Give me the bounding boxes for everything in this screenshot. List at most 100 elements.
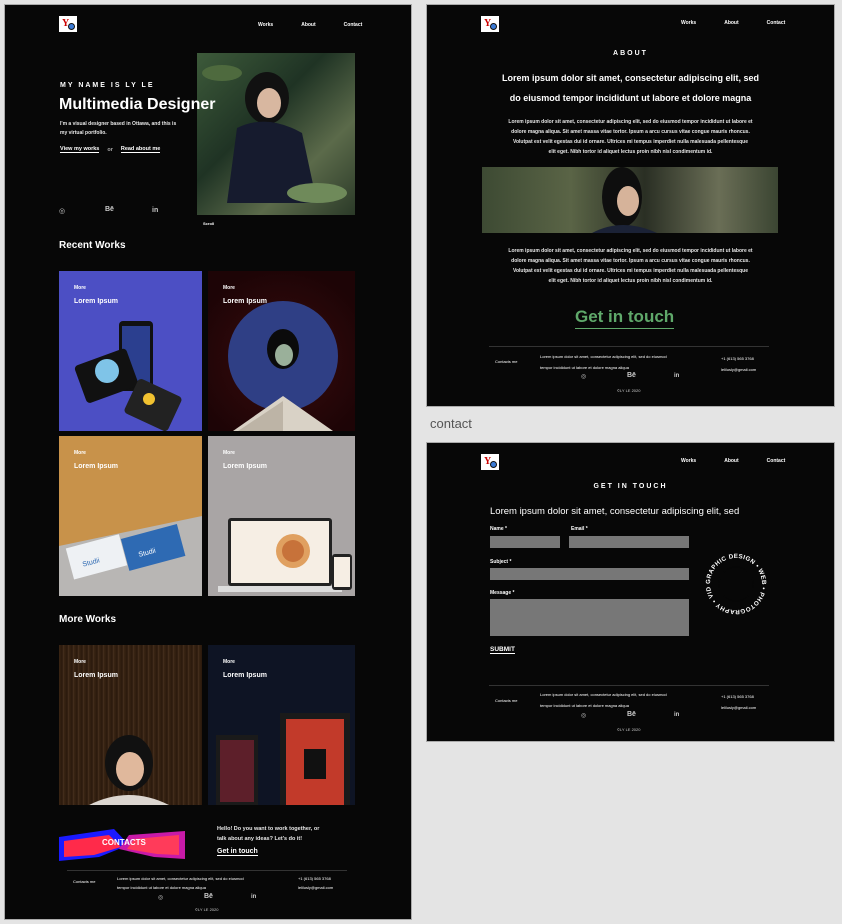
linkedin-icon[interactable]: in — [674, 373, 679, 379]
nav-about[interactable]: About — [724, 458, 738, 464]
or-text: or — [107, 146, 113, 153]
rotating-badge-text: GRAPHIC DESIGN • WEB • PHOTOGRAPHY • VID… — [699, 547, 767, 615]
nav-about[interactable]: About — [724, 20, 738, 26]
contact-eyebrow: GET IN TOUCH — [593, 483, 668, 490]
about-p1-line1: Lorem ipsum dolor sit amet, consectetur … — [508, 119, 753, 125]
name-label: Name * — [490, 526, 507, 532]
message-label: Message * — [490, 590, 515, 596]
hero-portrait-image — [197, 53, 355, 215]
more-works-heading: More Works — [59, 614, 117, 625]
hero-eyebrow: MY NAME IS LY LE — [60, 82, 155, 89]
work-tile-5[interactable]: More Lorem Ipsum — [59, 645, 202, 805]
instagram-icon[interactable]: ◎ — [581, 373, 586, 380]
logo[interactable]: Y — [481, 454, 499, 470]
instagram-icon[interactable]: ◎ — [158, 894, 163, 901]
footer-divider — [489, 346, 769, 347]
nav-works[interactable]: Works — [258, 22, 273, 28]
behance-icon[interactable]: Bē — [204, 893, 213, 900]
footer-phone[interactable]: +1 (613) 565 3768 — [721, 353, 756, 364]
nav-contact[interactable]: Contact — [767, 458, 786, 464]
hero-intro-line2: my virtual portfolio. — [60, 130, 107, 136]
read-about-link[interactable]: Read about me — [120, 146, 161, 153]
about-paragraph-2: Lorem ipsum dolor sit amet, consectetur … — [427, 246, 834, 286]
message-textarea[interactable] — [490, 599, 689, 636]
footer-email[interactable]: lelilusly@gmail.com — [298, 883, 333, 892]
nav-works[interactable]: Works — [681, 20, 696, 26]
nav-contact[interactable]: Contact — [767, 20, 786, 26]
about-headline-line2: do eiusmod tempor incididunt ut labore e… — [509, 93, 752, 103]
nav-works[interactable]: Works — [681, 458, 696, 464]
contact-page-board: Y Works About Contact GET IN TOUCH Lorem… — [426, 442, 835, 742]
footer-divider — [489, 685, 769, 686]
view-works-link[interactable]: View my works — [60, 146, 100, 153]
about-p2-line4: elit eget. Nibh tortor id aliquet lectus… — [548, 278, 713, 284]
hero-links: View my works or Read about me — [60, 146, 161, 153]
footer-lorem: Lorem ipsum dolor sit amet, consectetur … — [540, 689, 667, 711]
contacts-banner[interactable]: CONTACTS — [59, 827, 185, 863]
scroll-indicator[interactable]: Scroll — [203, 221, 214, 226]
logo-dot-icon — [490, 23, 497, 30]
nav-about[interactable]: About — [301, 22, 315, 28]
footer-phone[interactable]: +1 (613) 565 3768 — [298, 874, 333, 883]
footer-email[interactable]: lelilusly@gmail.com — [721, 364, 756, 375]
about-page-board: Y Works About Contact ABOUT Lorem ipsum … — [426, 4, 835, 407]
footer-lorem-line1: Lorem ipsum dolor sit amet, consectetur … — [117, 876, 244, 881]
about-headline-line1: Lorem ipsum dolor sit amet, consectetur … — [501, 73, 760, 83]
footer-lorem-line1: Lorem ipsum dolor sit amet, consectetur … — [540, 692, 667, 697]
contact-board-caption: contact — [430, 416, 472, 431]
nav-contact[interactable]: Contact — [344, 22, 363, 28]
instagram-icon[interactable]: ◎ — [581, 712, 586, 719]
footer-copyright: ©LY LE 2020 — [617, 388, 641, 393]
work-tile-6[interactable]: More Lorem Ipsum — [208, 645, 355, 805]
work-tile-3[interactable]: More Lorem Ipsum Studii Studii — [59, 436, 202, 596]
about-get-in-touch-cta[interactable]: Get in touch — [575, 307, 675, 329]
hero-portrait-drawing — [202, 65, 347, 203]
work-tile-2[interactable]: More Lorem Ipsum — [208, 271, 355, 431]
work-tile-1[interactable]: More Lorem Ipsum — [59, 271, 202, 431]
footer-lorem: Lorem ipsum dolor sit amet, consectetur … — [540, 351, 667, 373]
footer-contact-info: +1 (613) 565 3768 lelilusly@gmail.com — [298, 874, 333, 892]
behance-icon[interactable]: Bē — [105, 206, 114, 213]
main-nav: Works About Contact — [681, 458, 785, 464]
movie-poster-image — [216, 713, 350, 805]
footer-contact-info: +1 (613) 565 3768 lelilusly@gmail.com — [721, 353, 756, 375]
linkedin-icon[interactable]: in — [251, 894, 256, 900]
about-p2-line2: dolore magna aliqua. Sit amet massa vita… — [511, 258, 750, 264]
svg-text:GRAPHIC DESIGN • WEB • PHOTOGR: GRAPHIC DESIGN • WEB • PHOTOGRAPHY • VID… — [699, 547, 767, 615]
rotating-badge: GRAPHIC DESIGN • WEB • PHOTOGRAPHY • VID… — [699, 547, 767, 615]
logo[interactable]: Y — [59, 16, 77, 32]
footer-copyright: ©LY LE 2020 — [617, 727, 641, 732]
footer-email[interactable]: lelilusly@gmail.com — [721, 702, 756, 713]
home-page-board: Y Works About Contact MY NAME IS LY LE M… — [4, 4, 412, 920]
footer-lorem-line2: tempor incididunt ut labore et dolore ma… — [540, 365, 629, 370]
subject-input[interactable] — [490, 568, 689, 580]
footer-divider — [67, 870, 347, 871]
linkedin-icon[interactable]: in — [152, 207, 158, 214]
recent-works-heading: Recent Works — [59, 240, 126, 251]
logo-dot-icon — [490, 461, 497, 468]
submit-button[interactable]: SUBMIT — [490, 646, 515, 654]
instagram-icon[interactable]: ◎ — [59, 207, 65, 215]
behance-icon[interactable]: Bē — [627, 711, 636, 718]
behance-icon[interactable]: Bē — [627, 372, 636, 379]
about-banner-drawing — [592, 167, 657, 233]
footer-lorem-line2: tempor incididunt ut labore et dolore ma… — [540, 703, 629, 708]
email-input[interactable] — [569, 536, 689, 548]
footer-lorem: Lorem ipsum dolor sit amet, consectetur … — [117, 874, 244, 892]
about-p2-line1: Lorem ipsum dolor sit amet, consectetur … — [508, 248, 753, 254]
subject-label: Subject * — [490, 559, 512, 565]
about-p1-line4: elit eget. Nibh tortor id aliquet lectus… — [548, 149, 713, 155]
hello-line1: Hello! Do you want to work together, or — [217, 826, 320, 832]
name-input[interactable] — [490, 536, 560, 548]
footer-contacts-me: Contacts me — [73, 879, 96, 884]
linkedin-icon[interactable]: in — [674, 712, 679, 718]
footer-contacts-me: Contacts me — [495, 359, 518, 364]
girl-portrait-image — [89, 735, 169, 805]
email-label: Email * — [571, 526, 588, 532]
footer-contacts-me: Contacts me — [495, 698, 518, 703]
work-tile-4[interactable]: More Lorem Ipsum — [208, 436, 355, 596]
about-paragraph-1: Lorem ipsum dolor sit amet, consectetur … — [427, 117, 834, 157]
home-get-in-touch-link[interactable]: Get in touch — [217, 848, 258, 856]
logo[interactable]: Y — [481, 16, 499, 32]
footer-phone[interactable]: +1 (613) 565 3768 — [721, 691, 756, 702]
